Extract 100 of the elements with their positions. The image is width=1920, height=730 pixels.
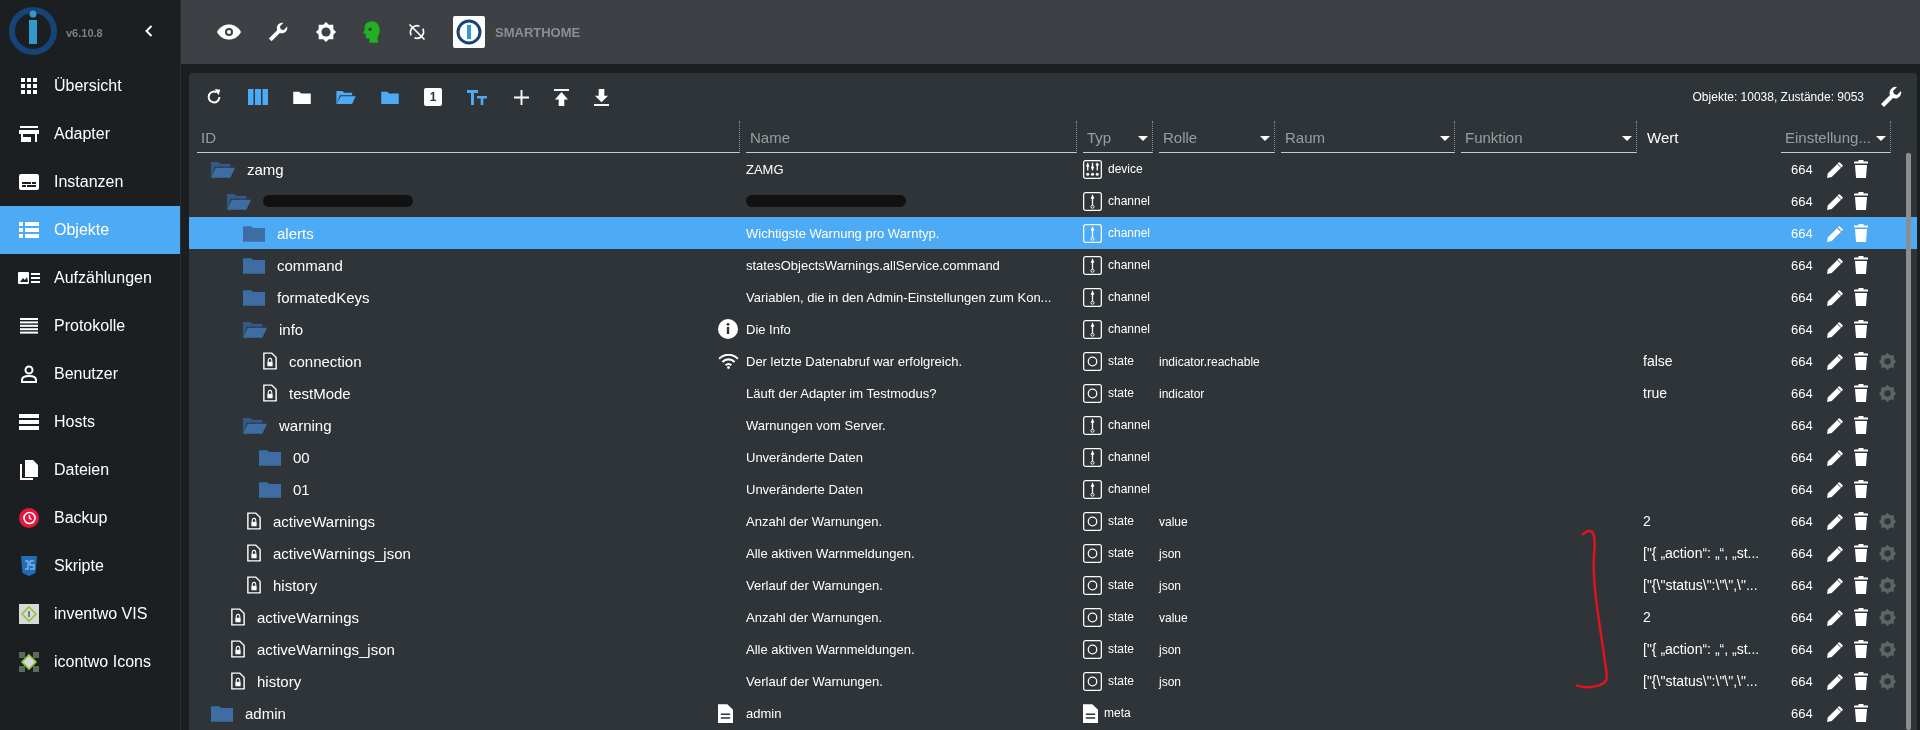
edit-icon[interactable] [1827,288,1844,306]
table-row[interactable]: warning Warnungen vom Server. channel 664 [189,409,1917,441]
delete-icon[interactable] [1854,256,1868,274]
delete-icon[interactable] [1854,576,1868,594]
object-name: Läuft der Adapter im Testmodus? [746,385,937,401]
upload-icon[interactable] [554,88,569,106]
delete-icon[interactable] [1854,640,1868,658]
edit-icon[interactable] [1827,704,1844,722]
table-row[interactable]: 01 Unveränderte Daten channel 664 [189,473,1917,505]
edit-icon[interactable] [1827,256,1844,274]
sync-off-icon[interactable] [407,22,427,42]
table-row[interactable]: admin admin meta 664 [189,697,1917,729]
table-row[interactable]: activeWarnings Anzahl der Warnungen. state value 2 664 [189,601,1917,633]
delete-icon[interactable] [1854,480,1868,498]
column-header[interactable]: Einstellung... [1781,121,1891,153]
wrench-icon[interactable] [1879,85,1903,109]
table-row[interactable]: channel 664 [189,185,1917,217]
edit-icon[interactable] [1827,608,1844,626]
folder-open-icon[interactable] [336,90,356,104]
table-row[interactable]: zamg ZAMG device 664 [189,153,1917,185]
scrollbar[interactable] [1906,153,1911,730]
column-header[interactable]: Typ [1083,121,1153,153]
sidebar-item[interactable]: Hosts [0,398,180,446]
column-header[interactable]: ID [197,121,740,153]
edit-icon[interactable] [1827,480,1844,498]
channel-icon [1083,415,1102,435]
text-size-icon[interactable] [467,89,489,105]
download-icon[interactable] [594,88,609,106]
delete-icon[interactable] [1854,320,1868,338]
locked-file-icon [231,672,245,690]
table-row[interactable]: formatedKeys Variablen, die in den Admin-Einstellungen zum Kon... channel 664 [189,281,1917,313]
store-icon [19,125,39,143]
object-id: connection [289,352,362,370]
sidebar-item[interactable]: icontwo Icons [0,638,180,686]
table-row[interactable]: testMode Läuft der Adapter im Testmodus? state indicator true 664 [189,377,1917,409]
sidebar-item[interactable]: Backup [0,494,180,542]
delete-icon[interactable] [1854,160,1868,178]
edit-icon[interactable] [1827,448,1844,466]
delete-icon[interactable] [1854,192,1868,210]
column-header[interactable]: Rolle [1159,121,1275,153]
table-row[interactable]: activeWarnings_json Alle aktiven Warnmeldungen. state json ["{ „action“: „“, „st... 664 [189,633,1917,665]
sidebar-item[interactable]: Dateien [0,446,180,494]
delete-icon[interactable] [1854,704,1868,722]
edit-icon[interactable] [1827,672,1844,690]
column-header[interactable]: Name [746,121,1077,153]
refresh-icon[interactable] [205,88,223,106]
edit-icon[interactable] [1827,160,1844,178]
object-type: state [1108,578,1134,592]
object-name: Unveränderte Daten [746,449,864,465]
acl-value: 664 [1791,513,1814,529]
sidebar-item[interactable]: Adapter [0,110,180,158]
sidebar-item[interactable]: Benutzer [0,350,180,398]
table-row[interactable]: activeWarnings Anzahl der Warnungen. state value 2 664 [189,505,1917,537]
plus-icon[interactable] [514,89,529,105]
delete-icon[interactable] [1854,448,1868,466]
eye-icon[interactable] [217,24,241,40]
edit-icon[interactable] [1827,640,1844,658]
object-id: command [277,256,343,274]
folder-icon[interactable] [381,90,399,104]
column-header[interactable]: Raum [1281,121,1455,153]
table-row[interactable]: 00 Unveränderte Daten channel 664 [189,441,1917,473]
column-header[interactable]: Funktion [1461,121,1637,153]
collapse-chevron-icon[interactable] [144,24,154,38]
delete-icon[interactable] [1854,384,1868,402]
delete-icon[interactable] [1854,352,1868,370]
edit-icon[interactable] [1827,544,1844,562]
sidebar-item[interactable]: Protokolle [0,302,180,350]
edit-icon[interactable] [1827,416,1844,434]
edit-icon[interactable] [1827,352,1844,370]
delete-icon[interactable] [1854,512,1868,530]
table-row[interactable]: activeWarnings_json Alle aktiven Warnmeldungen. state json ["{ „action“: „“, „st... 664 [189,537,1917,569]
settings-icon[interactable] [315,21,337,43]
list-icon [19,222,39,238]
edit-icon[interactable] [1827,192,1844,210]
edit-icon[interactable] [1827,512,1844,530]
table-row[interactable]: info Die Info channel 664 [189,313,1917,345]
delete-icon[interactable] [1854,544,1868,562]
wrench-icon[interactable] [267,21,289,43]
edit-icon[interactable] [1827,384,1844,402]
edit-icon[interactable] [1827,576,1844,594]
sidebar-item[interactable]: Übersicht [0,62,180,110]
sidebar-item[interactable]: Instanzen [0,158,180,206]
folder-icon[interactable] [293,90,311,104]
delete-icon[interactable] [1854,672,1868,690]
table-row[interactable]: history Verlauf der Warnungen. state json ["{\"status\":\"\",\"... 664 [189,665,1917,697]
table-row[interactable]: history Verlauf der Warnungen. state json ["{\"status\":\"\",\"... 664 [189,569,1917,601]
column-header[interactable]: Wert [1643,121,1775,153]
head-icon[interactable] [363,21,381,43]
columns-icon[interactable] [248,89,268,105]
object-role: json [1159,675,1181,689]
sidebar-item[interactable]: Skripte [0,542,180,590]
table-row[interactable]: command statesObjectsWarnings.allService.command channel 664 [189,249,1917,281]
delete-icon[interactable] [1854,608,1868,626]
sidebar-item[interactable]: inventwo VIS [0,590,180,638]
delete-icon[interactable] [1854,288,1868,306]
edit-icon[interactable] [1827,320,1844,338]
table-row[interactable]: connection Der letzte Datenabruf war erfolgreich. state indicator.reachable false 664 [189,345,1917,377]
sidebar-item[interactable]: Aufzählungen [0,254,180,302]
delete-icon[interactable] [1854,416,1868,434]
depth-level-badge[interactable]: 1 [424,88,442,106]
